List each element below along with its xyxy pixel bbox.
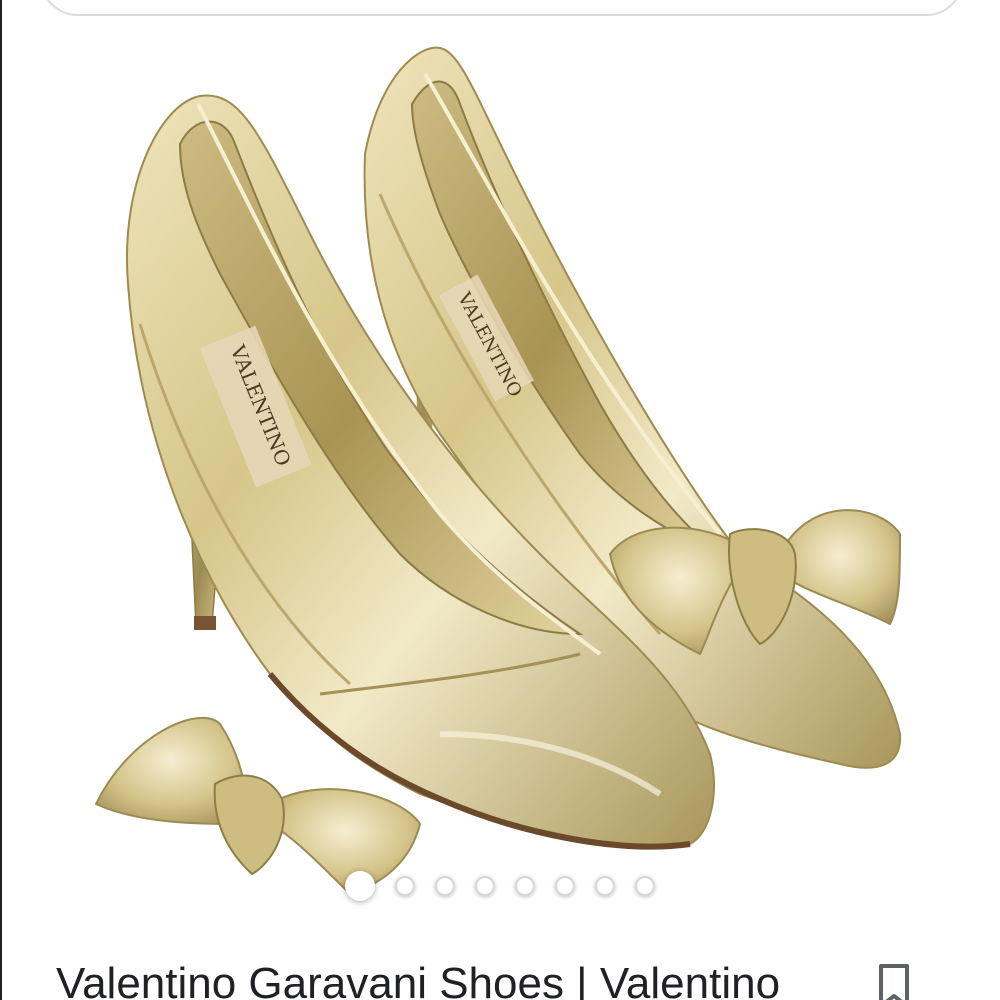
- carousel-dot-5[interactable]: [515, 876, 535, 896]
- carousel-dot-3[interactable]: [435, 876, 455, 896]
- carousel-dots[interactable]: [0, 864, 1000, 908]
- result-title[interactable]: Valentino Garavani Shoes | Valentino: [56, 956, 856, 1000]
- window-edge: [0, 0, 2, 1000]
- product-image[interactable]: VALENTINO VALENTINO: [20, 34, 980, 914]
- carousel-dot-4[interactable]: [475, 876, 495, 896]
- carousel-dot-1[interactable]: [345, 871, 375, 901]
- image-viewer: VALENTINO VALENTINO Valentino Garavani S…: [0, 0, 1000, 1000]
- carousel-dot-7[interactable]: [595, 876, 615, 896]
- carousel-dot-8[interactable]: [635, 876, 655, 896]
- carousel-dot-6[interactable]: [555, 876, 575, 896]
- bookmark-icon[interactable]: [876, 962, 912, 1000]
- search-bar[interactable]: [40, 0, 964, 16]
- carousel-dot-2[interactable]: [395, 876, 415, 896]
